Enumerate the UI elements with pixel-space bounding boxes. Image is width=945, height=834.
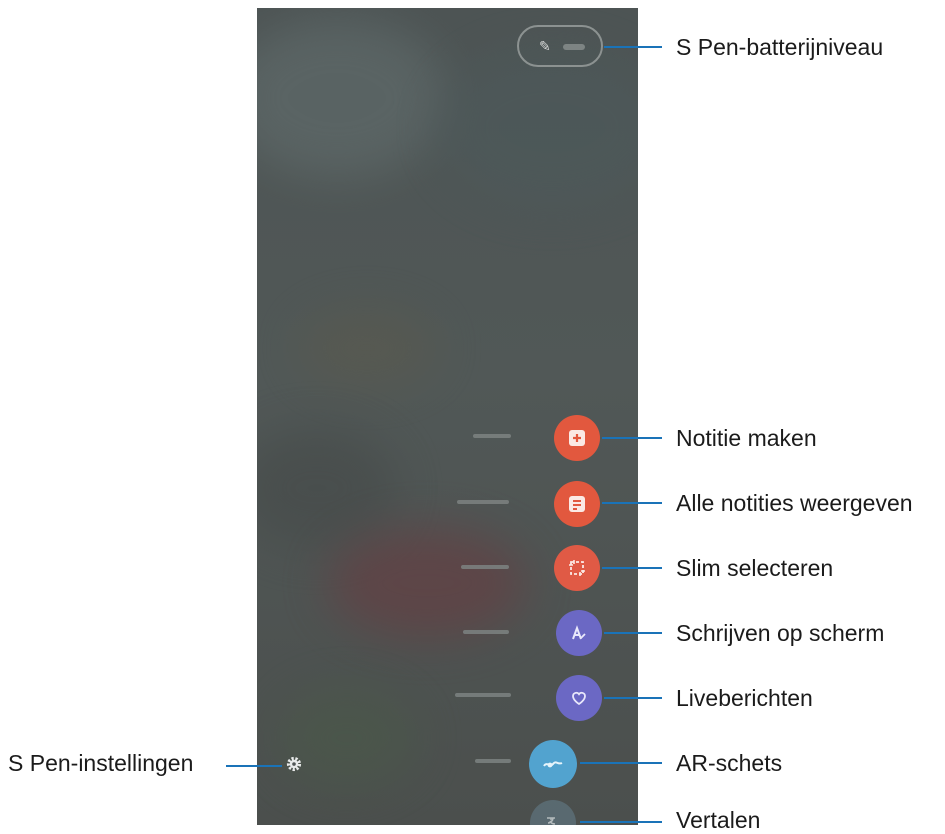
- pen-icon: ✎: [539, 38, 551, 54]
- menu-item-label-screen-write[interactable]: [463, 630, 509, 634]
- translate-button[interactable]: [530, 800, 576, 825]
- smart-select-icon: [569, 560, 585, 576]
- blurred-background: [257, 428, 397, 548]
- menu-item-label-create-note[interactable]: [473, 434, 511, 438]
- menu-item-label-ar-doodle[interactable]: [475, 759, 511, 763]
- menu-item-label-smart-select[interactable]: [461, 565, 509, 569]
- notes-list-icon: [569, 496, 585, 512]
- blurred-background: [297, 308, 437, 388]
- callout-line-translate: [580, 821, 662, 823]
- gear-icon[interactable]: [286, 756, 302, 772]
- battery-level-bar: [563, 44, 585, 50]
- label-smart-select: Slim selecteren: [676, 555, 834, 581]
- air-command-screen: ✎: [257, 8, 638, 825]
- blurred-background: [277, 688, 417, 788]
- callout-line-ar-doodle: [580, 762, 662, 764]
- note-add-icon: [569, 430, 585, 446]
- live-message-icon: [572, 691, 586, 706]
- blurred-background: [257, 18, 447, 178]
- blurred-background: [437, 48, 638, 208]
- callout-line-view-all-notes: [602, 502, 662, 504]
- ar-doodle-icon: [543, 761, 563, 768]
- callout-line-screen-write: [604, 632, 662, 634]
- label-live-messages: Liveberichten: [676, 685, 813, 711]
- label-translate: Vertalen: [676, 807, 761, 833]
- callout-line-create-note: [602, 437, 662, 439]
- label-s-pen-battery-level: S Pen-batterijniveau: [676, 34, 884, 60]
- pen-write-icon: [572, 625, 586, 640]
- label-create-note: Notitie maken: [676, 425, 817, 451]
- ar-doodle-button[interactable]: [529, 740, 577, 788]
- menu-item-label-live-messages[interactable]: [455, 693, 511, 697]
- callout-line-battery: [604, 46, 662, 48]
- label-ar-doodle: AR-schets: [676, 750, 783, 776]
- callout-line-live-messages: [604, 697, 662, 699]
- screen-write-button[interactable]: [556, 610, 602, 656]
- blurred-background: [327, 528, 527, 638]
- label-view-all-notes: Alle notities weergeven: [676, 490, 913, 516]
- label-screen-write: Schrijven op scherm: [676, 620, 885, 646]
- translate-icon: [547, 817, 556, 825]
- callout-line-smart-select: [602, 567, 662, 569]
- label-s-pen-settings: S Pen-instellingen: [8, 750, 194, 776]
- s-pen-battery-indicator: ✎: [517, 25, 603, 67]
- view-all-notes-button[interactable]: [554, 481, 600, 527]
- menu-item-label-view-all-notes[interactable]: [457, 500, 509, 504]
- create-note-button[interactable]: [554, 415, 600, 461]
- callout-line-settings: [226, 765, 282, 767]
- live-messages-button[interactable]: [556, 675, 602, 721]
- smart-select-button[interactable]: [554, 545, 600, 591]
